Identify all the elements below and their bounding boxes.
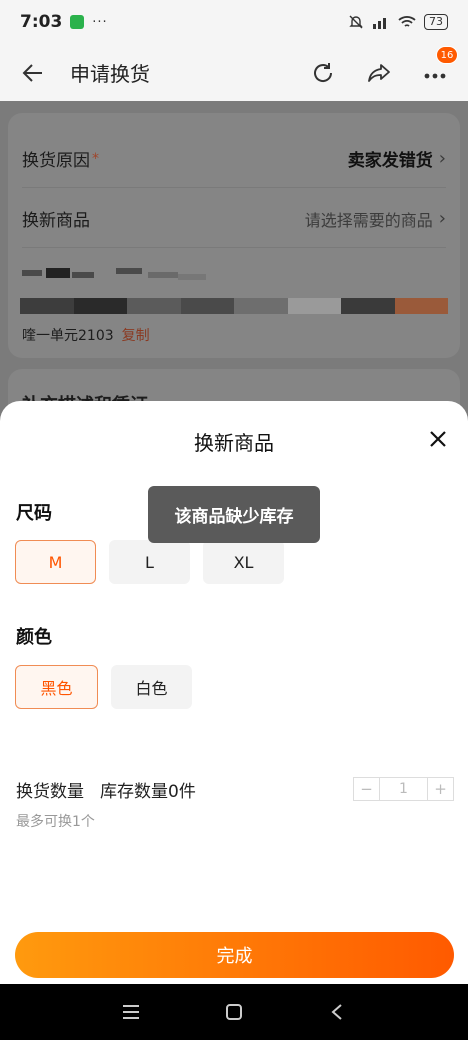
size-option-l[interactable]: L [109,540,190,584]
stock-count: 库存数量0件 [100,782,196,802]
status-bar: 7:03 ··· 73 [0,0,468,44]
quantity-label: 换货数量 [16,782,84,802]
phone-app-icon [70,15,85,29]
size-option-xl[interactable]: XL [203,540,284,584]
reason-label: 换货原因 [22,151,90,171]
done-button[interactable]: 完成 [15,932,454,978]
close-icon[interactable] [424,425,452,453]
mute-bell-icon [349,15,363,29]
status-indicators: 73 [348,14,448,30]
chevron-right-icon: › [438,208,446,229]
product-placeholder: 请选择需要的商品 [304,210,433,230]
quantity-row: 换货数量 库存数量0件 [16,777,196,802]
address-text: 喹一单元2103 复制 [22,325,150,345]
back-arrow-icon[interactable] [20,60,46,86]
size-option-m[interactable]: M [15,540,96,584]
decrement-button[interactable]: − [354,778,380,800]
quantity-stepper: − 1 + [353,777,454,801]
exchange-info-card: 换货原因 * 卖家发错货 › 换新商品 请选择需要的商品 › 喹一单元2103 … [8,113,460,358]
color-option-black[interactable]: 黑色 [15,665,98,709]
required-mark: * [92,150,99,167]
notification-badge: 16 [436,45,458,64]
address-value: 喹一单元2103 [22,328,114,344]
color-label: 颜色 [16,627,52,648]
nav-bar: 申请换货 16 [0,44,468,101]
quantity-value[interactable]: 1 [380,778,427,800]
share-icon[interactable] [366,60,392,86]
more-notifications-icon: ··· [92,14,108,30]
quantity-hint: 最多可换1个 [16,814,95,830]
refresh-icon[interactable] [310,60,336,86]
increment-button[interactable]: + [427,778,453,800]
reason-value: 卖家发错货 [347,151,433,171]
chevron-right-icon: › [438,148,446,169]
blurred-address [22,268,212,288]
system-nav-bar [0,984,468,1040]
reason-row[interactable]: 换货原因 * 卖家发错货 › [22,130,446,188]
signal-icon [373,18,386,29]
more-menu-icon[interactable]: 16 [422,45,458,86]
product-row[interactable]: 换新商品 请选择需要的商品 › [22,190,446,248]
home-icon[interactable] [219,997,249,1027]
sheet-title: 换新商品 [194,431,274,455]
back-icon[interactable] [322,997,352,1027]
size-label: 尺码 [16,503,52,524]
redacted-stripe [20,298,448,314]
color-option-white[interactable]: 白色 [111,665,192,709]
wifi-icon [398,16,416,27]
out-of-stock-toast: 该商品缺少库存 [148,486,320,543]
page-title: 申请换货 [70,62,150,86]
battery-indicator: 73 [424,14,448,30]
product-label: 换新商品 [22,211,90,231]
copy-link[interactable]: 复制 [122,328,150,344]
menu-icon[interactable] [116,997,146,1027]
status-time: 7:03 [20,12,63,32]
